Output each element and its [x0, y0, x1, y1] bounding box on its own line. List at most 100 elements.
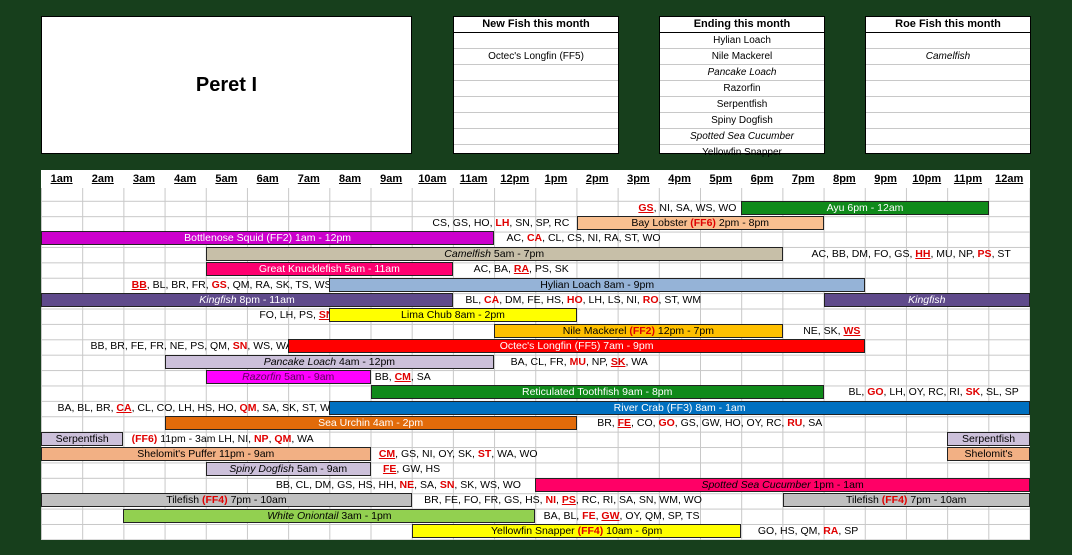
text-run: CA — [116, 401, 132, 414]
text-run: 2pm - 8pm — [715, 216, 770, 229]
bait-label: BR, FE, FO, FR, GS, HS, NI, PS, RC, RI, … — [424, 493, 702, 507]
text-run: AC, BB, DM, FO, GS, — [811, 247, 916, 260]
text-run: Sea Urchin 4am - 2pm — [318, 417, 424, 430]
text-run: PS — [561, 494, 576, 507]
hour-header: 2am — [82, 170, 124, 188]
list-item: Pancake Loach — [660, 65, 824, 81]
ending-heading: Ending this month — [660, 17, 824, 33]
text-run: 10am - 6pm — [603, 524, 663, 537]
bait-label: FO, LH, PS, SN — [259, 308, 333, 322]
text-run: Yellowfin Snapper — [490, 524, 578, 537]
text-run: BA, BL, BR, — [57, 401, 117, 414]
bait-label: AC, BB, DM, FO, GS, HH, MU, NP, PS, ST — [811, 247, 1010, 261]
list-item — [866, 97, 1030, 113]
fish-bar: Bay Lobster (FF6) 2pm - 8pm — [576, 215, 824, 230]
list-item — [866, 129, 1030, 145]
list-item — [866, 81, 1030, 97]
text-run: GW — [601, 509, 620, 522]
text-run: Bay Lobster — [631, 216, 691, 229]
bait-label: BB, CM, SA — [375, 370, 431, 384]
text-run: , SA — [410, 370, 431, 383]
text-run: 5am - 9am — [294, 463, 348, 476]
text-run: Great Knucklefish 5am - 11am — [258, 263, 400, 276]
text-run: Serpentfish — [55, 432, 109, 445]
text-run: , LH, LS, NI, — [582, 293, 643, 306]
text-run: CS, GS, HO, — [432, 216, 496, 229]
text-run: RO — [642, 293, 659, 306]
text-run: 5am - 9am — [281, 370, 335, 383]
text-run: 4am - 12pm — [336, 355, 396, 368]
text-run: NI — [545, 494, 557, 507]
text-run: BB — [131, 278, 147, 291]
text-run: Kingfish — [908, 293, 946, 306]
fish-bar: Tilefish (FF4) 7pm - 10am — [41, 493, 412, 508]
text-run: Pancake Loach — [263, 355, 337, 368]
text-run: CM — [394, 370, 411, 383]
text-run: (FF6) — [690, 216, 716, 229]
text-run: , WA — [625, 355, 648, 368]
hour-header: 2pm — [576, 170, 618, 188]
fish-bar: Yellowfin Snapper (FF4) 10am - 6pm — [411, 523, 742, 538]
text-run: Tilefish — [166, 494, 202, 507]
text-run: SN — [232, 340, 248, 353]
hour-header: 11pm — [947, 170, 989, 188]
fish-bar: Great Knucklefish 5am - 11am — [205, 262, 453, 277]
list-item — [866, 65, 1030, 81]
fish-bar: Kingfish — [823, 292, 1030, 307]
text-run: GO — [867, 386, 884, 399]
text-run: 11pm - 3am LH, NI, — [157, 432, 254, 445]
text-run: , SA, SK, ST, WA — [256, 401, 337, 414]
text-run: LH — [495, 216, 510, 229]
text-run: , ST, WM — [658, 293, 702, 306]
bait-label: FE, GW, HS — [383, 462, 440, 476]
list-item: Octec's Longfin (FF5) — [454, 49, 618, 65]
fish-bar: Octec's Longfin (FF5) 7am - 9pm — [288, 339, 865, 354]
text-run: , WA — [291, 432, 314, 445]
text-run: FO, LH, PS, — [259, 309, 319, 322]
text-run: HH — [915, 247, 931, 260]
text-run: NP — [253, 432, 269, 445]
fish-bar: Sea Urchin 4am - 2pm — [164, 416, 577, 431]
bait-label: BL, GO, LH, OY, RC, RI, SK, SL, SP — [849, 385, 1019, 399]
bait-label: GS, NI, SA, WS, WO — [638, 201, 736, 215]
text-run: , SP — [838, 524, 859, 537]
text-run: (FF2) — [629, 324, 655, 337]
hour-header: 5pm — [700, 170, 742, 188]
text-run: RU — [787, 417, 803, 430]
text-run: , SA, — [414, 478, 440, 491]
text-run: Kingfish — [199, 293, 237, 306]
text-run: 7pm - 10am — [227, 494, 287, 507]
schedule-grid: 1am 2am 3am 4am 5am 6am 7am 8am 9am 10am 11am 12pm 1… — [41, 170, 1030, 540]
bait-label: BR, FE, CO, GO, GS, GW, HO, OY, RC, RU, … — [597, 416, 822, 430]
bait-label: BA, BL, FE, GW, OY, QM, SP, TS — [544, 509, 700, 523]
hour-header: 9am — [370, 170, 412, 188]
text-run: Lima Chub 8am - 2pm — [401, 309, 505, 322]
text-run: BL, — [465, 293, 485, 306]
text-run: Tilefish — [845, 494, 882, 507]
list-item: Razorfin — [660, 81, 824, 97]
text-run: RA — [513, 263, 530, 276]
text-run: ST — [477, 447, 492, 460]
list-item: Camelfish — [866, 49, 1030, 65]
text-run: (FF6) — [131, 432, 158, 445]
bait-label: GO, HS, QM, RA, SP — [758, 524, 858, 538]
hour-header: 8am — [329, 170, 371, 188]
text-run: CA — [526, 232, 543, 245]
list-item: Spiny Dogfish — [660, 113, 824, 129]
list-item — [454, 33, 618, 49]
text-run: , OY, QM, SP, TS — [619, 509, 700, 522]
new-fish-heading: New Fish this month — [454, 17, 618, 33]
bait-label: BA, CL, FR, MU, NP, SK, WA — [511, 355, 648, 369]
text-run: Shelomit's — [964, 447, 1013, 460]
text-run: , PS, SK — [529, 263, 569, 276]
bait-label: BA, BL, BR, CA, CL, CO, LH, HS, HO, QM, … — [57, 401, 336, 415]
page-title: Peret I — [41, 16, 412, 154]
bait-label: AC, BA, RA, PS, SK — [474, 262, 569, 276]
list-item: Yellowfin Snapper — [702, 147, 782, 158]
list-item — [454, 129, 618, 145]
bait-label: BB, CL, DM, GS, HS, HH, NE, SA, SN, SK, … — [276, 478, 521, 492]
text-run: Reticulated Toothfish 9am - 8pm — [521, 386, 673, 399]
text-run: , WS, WA — [247, 340, 293, 353]
text-run: , SK, WS, WO — [454, 478, 521, 491]
hour-header: 12pm — [494, 170, 536, 188]
